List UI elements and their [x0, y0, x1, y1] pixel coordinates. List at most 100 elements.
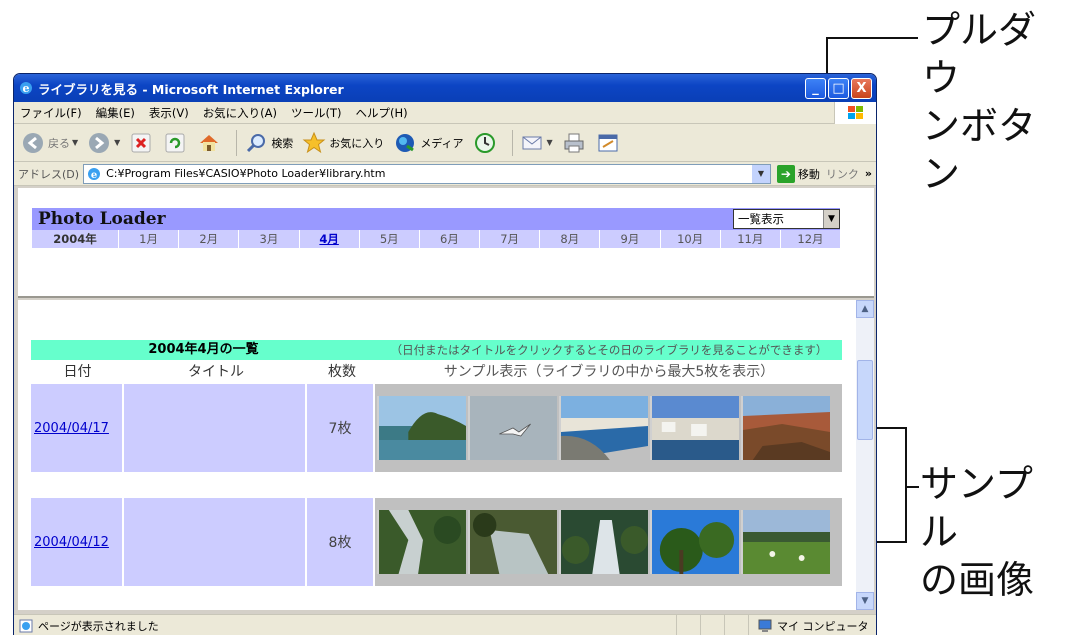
- month-link-2: 2月: [178, 230, 238, 248]
- refresh-button[interactable]: [162, 130, 188, 156]
- printer-icon: [561, 130, 587, 156]
- callout-line: [905, 486, 919, 488]
- callout-pulldown-button: プルダウ ンボタン: [922, 8, 1037, 196]
- status-bar: ページが表示されました マイ コンピュータ: [14, 614, 876, 635]
- refresh-icon: [162, 130, 188, 156]
- back-arrow-icon: [20, 130, 46, 156]
- view-select-dropdown[interactable]: 一覧表示 ▼: [733, 209, 840, 229]
- sample-thumbnails: [375, 384, 842, 472]
- sample-thumbnail-beach[interactable]: [559, 396, 648, 460]
- row-title[interactable]: [124, 384, 307, 472]
- chevron-down-icon[interactable]: ▼: [823, 210, 839, 228]
- more-chevron-icon[interactable]: »: [865, 167, 872, 180]
- favorites-button[interactable]: お気に入り: [301, 130, 384, 156]
- month-link-1: 1月: [118, 230, 178, 248]
- back-button[interactable]: 戻る ▼: [20, 130, 78, 156]
- list-note: （日付またはタイトルをクリックするとその日のライブラリを見ることができます）: [376, 340, 842, 360]
- print-button[interactable]: [561, 130, 587, 156]
- sample-thumbnail-island[interactable]: [377, 396, 466, 460]
- maximize-button[interactable]: □: [828, 77, 849, 99]
- favorites-label: お気に入り: [329, 136, 385, 150]
- sample-thumbnail-canyon[interactable]: [741, 396, 830, 460]
- sample-thumbnail-bird[interactable]: [468, 396, 557, 460]
- month-link-7: 7月: [479, 230, 539, 248]
- history-icon: [472, 130, 498, 156]
- page-icon: e: [88, 167, 101, 181]
- go-button[interactable]: ➔ 移動: [776, 164, 820, 183]
- vertical-scrollbar[interactable]: ▲ ▼: [856, 300, 874, 610]
- row-title[interactable]: [124, 498, 307, 586]
- scroll-down-button[interactable]: ▼: [856, 592, 874, 610]
- edit-page-icon: [595, 130, 621, 156]
- edit-button[interactable]: [595, 130, 621, 156]
- stop-icon: [128, 130, 154, 156]
- forward-button[interactable]: ▼: [86, 130, 120, 156]
- go-label: 移動: [797, 167, 820, 181]
- close-button[interactable]: X: [851, 77, 872, 99]
- menu-help[interactable]: ヘルプ(H): [356, 105, 408, 121]
- sample-thumbnail-trees[interactable]: [650, 510, 739, 574]
- row-date-link[interactable]: 2004/04/17: [31, 384, 124, 472]
- menu-file[interactable]: ファイル(F): [20, 105, 82, 121]
- sample-thumbnail-creek[interactable]: [468, 510, 557, 574]
- links-label[interactable]: リンク: [826, 166, 859, 182]
- row-count: 8枚: [307, 498, 375, 586]
- chevron-down-icon: ▼: [114, 138, 121, 147]
- col-header-sample: サンプル表示（ライブラリの中から最大5枚を表示）: [443, 364, 775, 380]
- month-link-6: 6月: [418, 230, 479, 248]
- status-text: ページが表示されました: [38, 619, 159, 633]
- menu-view[interactable]: 表示(V): [149, 105, 189, 121]
- media-label: メディア: [420, 136, 464, 150]
- browser-window: e ライブラリを見る - Microsoft Internet Explorer…: [13, 73, 877, 635]
- ie-icon: e: [20, 82, 32, 95]
- month-link-5: 5月: [358, 230, 419, 248]
- scroll-up-button[interactable]: ▲: [856, 300, 874, 318]
- month-link-9: 9月: [599, 230, 659, 248]
- view-select-value: 一覧表示: [738, 212, 784, 226]
- search-button[interactable]: 検索: [243, 130, 293, 156]
- callout-bracket: [905, 427, 907, 543]
- menu-tools[interactable]: ツール(T): [291, 105, 342, 121]
- mail-button[interactable]: ▼: [519, 130, 553, 156]
- chevron-down-icon: ▼: [546, 138, 553, 147]
- status-panel: [676, 615, 700, 635]
- list-title: 2004年4月の一覧: [31, 340, 376, 360]
- media-button[interactable]: メディア: [392, 130, 464, 156]
- address-input[interactable]: e C:¥Program Files¥CASIO¥Photo Loader¥li…: [83, 163, 771, 184]
- back-label: 戻る: [48, 136, 70, 150]
- title-bar[interactable]: e ライブラリを見る - Microsoft Internet Explorer…: [14, 74, 876, 102]
- stop-button[interactable]: [128, 130, 154, 156]
- row-count: 7枚: [307, 384, 375, 472]
- toolbar-separator: [236, 129, 238, 156]
- sample-thumbnail-wetland[interactable]: [741, 510, 830, 574]
- sample-thumbnail-waterfall[interactable]: [559, 510, 648, 574]
- col-header-date: 日付: [63, 364, 92, 380]
- home-button[interactable]: [196, 130, 222, 156]
- history-button[interactable]: [472, 130, 498, 156]
- svg-text:e: e: [23, 82, 30, 95]
- status-message: ページが表示されました: [14, 618, 676, 634]
- row-date-link[interactable]: 2004/04/12: [31, 498, 124, 586]
- month-link-10: 10月: [659, 230, 720, 248]
- sample-thumbnail-harbor[interactable]: [650, 396, 739, 460]
- chevron-down-icon[interactable]: ▼: [751, 164, 770, 183]
- scroll-thumb[interactable]: [857, 360, 873, 440]
- sample-thumbnail-stream[interactable]: [377, 510, 466, 574]
- library-frame: 2004年4月の一覧 （日付またはタイトルをクリックするとその日のライブラリを見…: [18, 300, 856, 610]
- photo-loader-title: Photo Loader: [38, 209, 166, 229]
- security-zone-label: マイ コンピュータ: [777, 619, 869, 633]
- col-header-title: タイトル: [188, 364, 244, 380]
- windows-logo-icon: [834, 102, 876, 124]
- computer-icon: [758, 619, 772, 632]
- month-link-4[interactable]: 4月: [298, 230, 359, 248]
- minimize-button[interactable]: _: [805, 77, 826, 99]
- column-headers: 日付 タイトル 枚数 サンプル表示（ライブラリの中から最大5枚を表示）: [31, 362, 842, 382]
- window-title: ライブラリを見る - Microsoft Internet Explorer: [38, 81, 344, 97]
- address-url: C:¥Program Files¥CASIO¥Photo Loader¥libr…: [106, 167, 386, 180]
- menu-edit[interactable]: 編集(E): [96, 105, 135, 121]
- callout-sample-images: サンプル の画像: [920, 462, 1035, 602]
- security-zone: マイ コンピュータ: [748, 615, 876, 635]
- month-link-11: 11月: [719, 230, 780, 248]
- menu-favorites[interactable]: お気に入り(A): [203, 105, 277, 121]
- search-icon: [243, 130, 269, 156]
